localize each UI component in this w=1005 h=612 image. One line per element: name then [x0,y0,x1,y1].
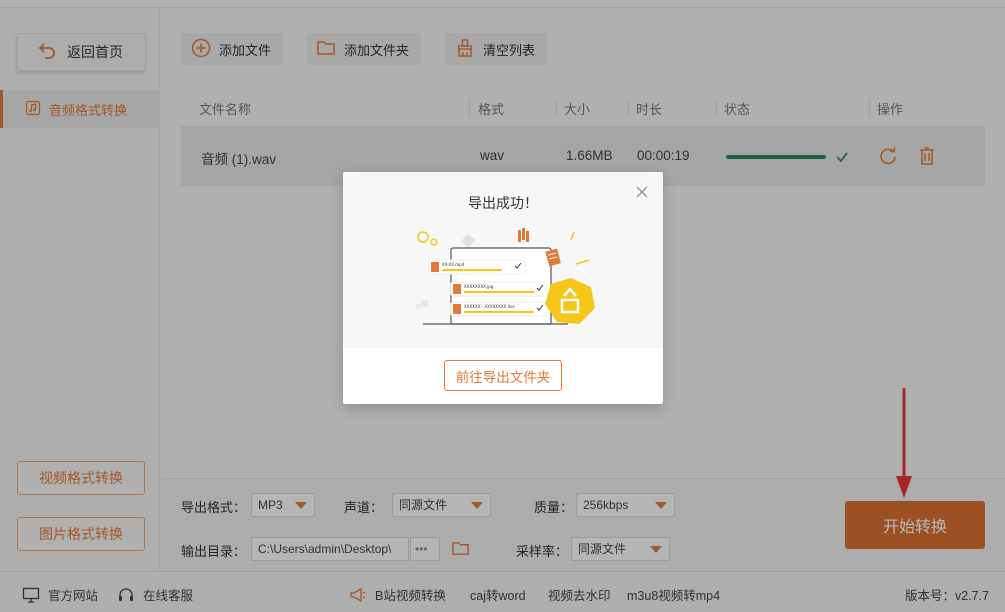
export-success-illustration: XX-XX.mp4 XXXXXXXX.jpg XXXXXX - XXXXXXXX… [416,228,595,325]
dialog-title: 导出成功！ [468,195,538,211]
export-success-dialog: 导出成功！ XX-XX.mp4 XXXXXXXX.jpg XXXXXX - XX… [343,172,663,404]
illus-file-label: XXXXXXXX.jpg [464,284,494,289]
illus-file-label: XX-XX.mp4 [442,262,465,267]
illus-file-label: XXXXXX - XXXXXXXX.doc [464,304,515,309]
close-icon[interactable] [634,184,650,200]
open-export-folder-button[interactable]: 前往导出文件夹 [444,360,562,391]
